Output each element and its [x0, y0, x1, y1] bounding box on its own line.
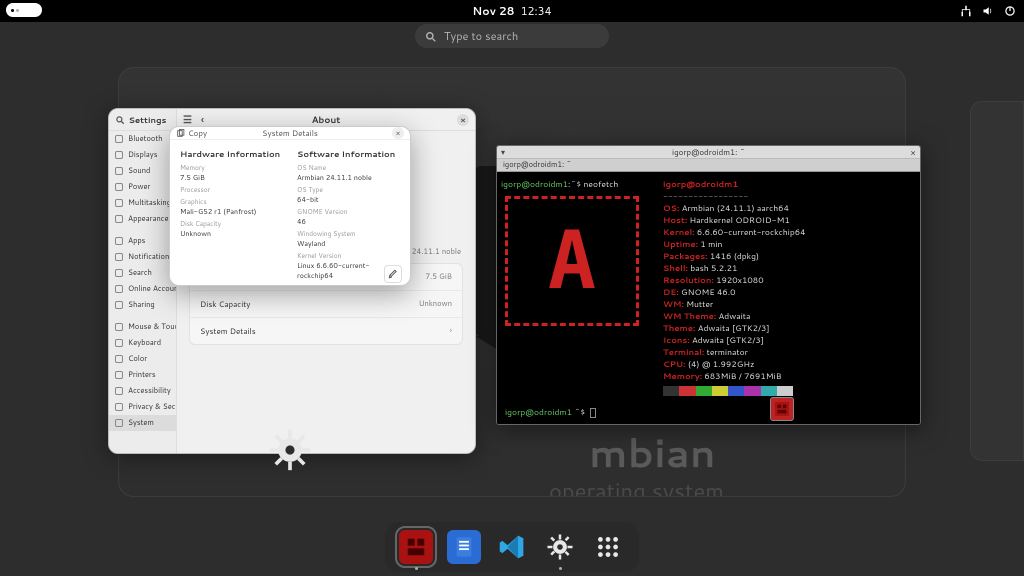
- search-icon: [425, 31, 436, 42]
- dock-apps-grid[interactable]: [591, 530, 625, 564]
- dock-settings[interactable]: [543, 530, 577, 564]
- sidebar-item-keyboard[interactable]: Keyboard: [109, 335, 176, 351]
- sidebar-item-notifications[interactable]: Notifications: [109, 249, 176, 265]
- sidebar-search-icon[interactable]: [115, 115, 125, 125]
- prompt-line-2: igorp@odroidm1:~$: [505, 406, 596, 418]
- settings-icon-overlay: [268, 428, 312, 472]
- sidebar-item-printers[interactable]: Printers: [109, 367, 176, 383]
- neofetch-line: CPU: (4) @ 1.992GHz: [663, 358, 916, 370]
- terminal-window[interactable]: ▾ igorp@odroidm1: ~ × igorp@odroidm1: ~ …: [496, 145, 921, 425]
- search-placeholder: Type to search: [444, 28, 518, 44]
- neofetch-logo: A: [505, 196, 639, 326]
- terminal-close-icon[interactable]: ×: [910, 146, 916, 159]
- terminal-tab[interactable]: igorp@odroidm1: ~: [497, 159, 920, 172]
- sidebar-item-sound[interactable]: Sound: [109, 163, 176, 179]
- neofetch-line: Host: Hardkernel ODROID-M1: [663, 214, 916, 226]
- hardware-column: Hardware Information Memory7.5 GiB Proce…: [180, 148, 283, 281]
- sidebar-item-color[interactable]: Color: [109, 351, 176, 367]
- sidebar-item-icon: [115, 253, 123, 261]
- dock-vscode[interactable]: [495, 530, 529, 564]
- hamburger-icon[interactable]: ☰: [183, 113, 192, 127]
- neofetch-line: Theme: Adwaita [GTK2/3]: [663, 322, 916, 334]
- terminal-title: igorp@odroidm1: ~: [672, 146, 745, 158]
- neofetch-line: DE: GNOME 46.0: [663, 286, 916, 298]
- sidebar-item-icon: [115, 371, 123, 379]
- neofetch-line: Kernel: 6.6.60-current-rockchip64: [663, 226, 916, 238]
- sidebar-item-mouse-touchpad[interactable]: Mouse & Touchpad: [109, 319, 176, 335]
- sidebar-item-icon: [115, 387, 123, 395]
- sidebar-item-bluetooth[interactable]: Bluetooth: [109, 131, 176, 147]
- sidebar-item-system[interactable]: System: [109, 415, 176, 431]
- sidebar-item-icon: [115, 419, 123, 427]
- sidebar-item-icon: [115, 323, 123, 331]
- neofetch-line: OS: Armbian (24.11.1) aarch64: [663, 202, 916, 214]
- sidebar-item-icon: [115, 199, 123, 207]
- sidebar-item-appearance[interactable]: Appearance: [109, 211, 176, 227]
- sidebar-item-displays[interactable]: Displays: [109, 147, 176, 163]
- sidebar-item-icon: [115, 285, 123, 293]
- sidebar-item-icon: [115, 339, 123, 347]
- neofetch-line: Packages: 1416 (dpkg): [663, 250, 916, 262]
- sidebar-item-icon: [115, 301, 123, 309]
- overview-search[interactable]: Type to search: [415, 24, 609, 48]
- neofetch-line: Shell: bash 5.2.21: [663, 262, 916, 274]
- volume-icon[interactable]: [982, 5, 994, 17]
- wallpaper-title: mbian: [589, 423, 716, 480]
- sidebar-title: Settings: [129, 114, 167, 126]
- wallpaper-subtitle: operating system: [549, 476, 724, 497]
- color-swatches: [663, 386, 793, 396]
- neofetch-line: Uptime: 1 min: [663, 238, 916, 250]
- sidebar-item-icon: [115, 269, 123, 277]
- sidebar-item-apps[interactable]: Apps: [109, 233, 176, 249]
- sidebar-item-icon: [115, 237, 123, 245]
- sidebar-item-icon: [115, 355, 123, 363]
- prompt-line: igorp@odroidm1:~$ neofetch: [501, 178, 647, 190]
- window-menu-icon[interactable]: ▾: [501, 146, 505, 158]
- dock: [385, 522, 639, 572]
- sidebar-item-icon: [115, 183, 123, 191]
- terminal-body[interactable]: igorp@odroidm1:~$ neofetch A igorp@odroi…: [497, 172, 920, 424]
- software-column: Software Information OS NameArmbian 24.1…: [297, 148, 400, 281]
- sidebar-item-icon: [115, 135, 123, 143]
- neofetch-line: Resolution: 1920x1080: [663, 274, 916, 286]
- neofetch-line: Icons: Adwaita [GTK2/3]: [663, 334, 916, 346]
- neofetch-line: Terminal: terminator: [663, 346, 916, 358]
- dock-terminator[interactable]: [399, 530, 433, 564]
- sidebar-item-search[interactable]: Search: [109, 265, 176, 281]
- neofetch-line: WM: Mutter: [663, 298, 916, 310]
- terminal-titlebar[interactable]: ▾ igorp@odroidm1: ~ ×: [497, 146, 920, 159]
- neofetch-output: igorp@odroidm1 ----------------- OS: Arm…: [663, 176, 916, 420]
- sidebar-item-icon: [115, 215, 123, 223]
- neofetch-line: WM Theme: Adwaita: [663, 310, 916, 322]
- clock[interactable]: Nov 28 12:34: [472, 3, 551, 19]
- workspace-next[interactable]: [970, 101, 1024, 461]
- sidebar-item-privacy-security[interactable]: Privacy & Security: [109, 399, 176, 415]
- activities-pill[interactable]: [6, 3, 42, 17]
- dock-files[interactable]: [447, 530, 481, 564]
- about-row[interactable]: System Details›: [190, 318, 462, 344]
- top-bar: Nov 28 12:34: [0, 0, 1024, 22]
- sidebar-item-icon: [115, 151, 123, 159]
- about-row: Disk CapacityUnknown: [190, 291, 462, 318]
- copy-button[interactable]: Copy: [176, 127, 207, 139]
- settings-page-title: About: [312, 113, 341, 126]
- back-icon[interactable]: ‹: [201, 113, 204, 127]
- sidebar-item-sharing[interactable]: Sharing: [109, 297, 176, 313]
- sidebar-item-multitasking[interactable]: Multitasking: [109, 195, 176, 211]
- neofetch-line: Memory: 683MiB / 7691MiB: [663, 370, 916, 382]
- sidebar-item-power[interactable]: Power: [109, 179, 176, 195]
- settings-sidebar: Settings BluetoothDisplaysSoundPowerMult…: [109, 109, 177, 453]
- system-details-dialog[interactable]: Copy System Details × Hardware Informati…: [169, 126, 411, 286]
- dialog-close-icon[interactable]: ×: [392, 127, 404, 139]
- copy-icon-button[interactable]: [384, 265, 402, 283]
- sidebar-item-online-accounts[interactable]: Online Accounts: [109, 281, 176, 297]
- power-icon[interactable]: [1004, 5, 1016, 17]
- network-icon[interactable]: [960, 5, 972, 17]
- close-icon[interactable]: ×: [457, 114, 469, 126]
- sidebar-item-icon: [115, 167, 123, 175]
- sidebar-item-icon: [115, 403, 123, 411]
- dialog-title: System Details: [262, 127, 318, 139]
- sidebar-item-accessibility[interactable]: Accessibility: [109, 383, 176, 399]
- running-app-badge[interactable]: [770, 397, 794, 421]
